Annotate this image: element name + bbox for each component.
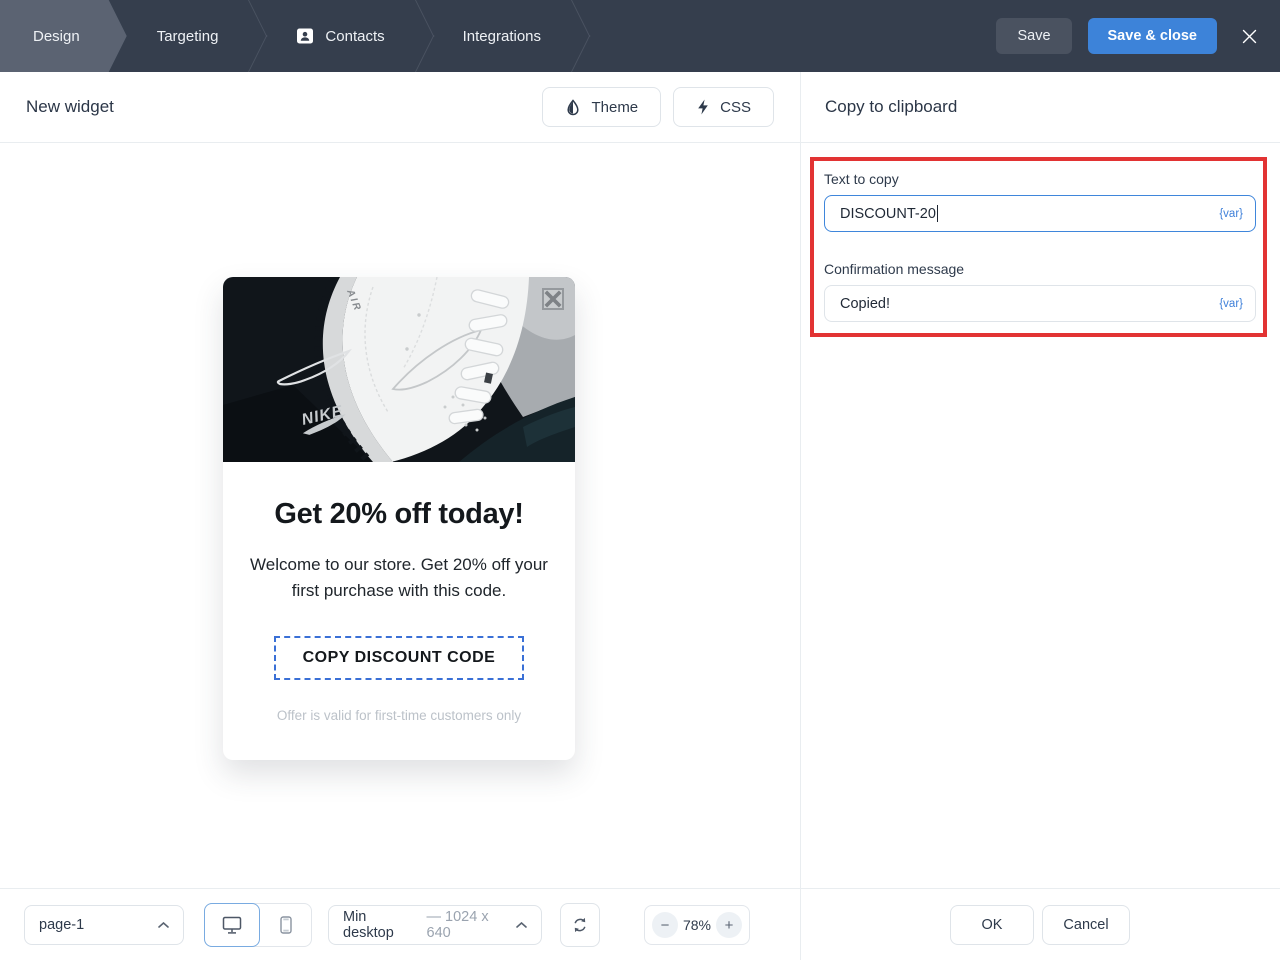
tab-targeting[interactable]: Targeting (127, 0, 249, 72)
topbar-actions: Save Save & close (996, 0, 1280, 72)
input-value: DISCOUNT-20 (840, 206, 936, 222)
save-close-button[interactable]: Save & close (1088, 18, 1217, 54)
viewport-size-value: Min desktop (343, 909, 421, 941)
tab-label: Contacts (325, 28, 384, 45)
theme-button[interactable]: Theme (542, 87, 661, 127)
widget-heading[interactable]: Get 20% off today! (247, 498, 551, 531)
main-area: AIR NIKE Get 20% off today! Welcome to o… (0, 143, 1280, 888)
tab-integrations[interactable]: Integrations (433, 0, 571, 72)
chevron-up-icon (516, 922, 527, 928)
theme-button-label: Theme (591, 99, 638, 116)
tab-separator (415, 0, 433, 72)
panel-header: Copy to clipboard (800, 72, 1280, 142)
text-cursor (937, 205, 939, 222)
save-button[interactable]: Save (996, 18, 1071, 54)
rotate-preview-button[interactable] (560, 903, 600, 947)
widget-footnote[interactable]: Offer is valid for first-time customers … (247, 708, 551, 723)
zoom-in-button[interactable]: + (716, 912, 742, 938)
ok-button[interactable]: OK (950, 905, 1034, 945)
css-button[interactable]: CSS (673, 87, 774, 127)
panel-divider (800, 889, 801, 960)
input-value: Copied! (840, 296, 890, 312)
page-select[interactable]: page-1 (24, 905, 184, 945)
viewport-size-select[interactable]: Min desktop — 1024 x 640 (328, 905, 542, 945)
confirmation-message-label: Confirmation message (824, 261, 964, 277)
page-title: New widget (26, 97, 114, 117)
monitor-icon (222, 916, 242, 934)
zoom-level-value: 78% (683, 917, 711, 933)
zoom-out-button[interactable]: − (652, 912, 678, 938)
page-select-value: page-1 (39, 917, 84, 933)
device-toggle (204, 903, 312, 947)
phone-icon (280, 916, 292, 934)
contact-card-icon (296, 27, 314, 45)
var-tag-button[interactable]: {var} (1219, 208, 1243, 220)
step-tabs: Design Targeting Contacts Integrations (0, 0, 589, 72)
tab-separator (571, 0, 589, 72)
tab-separator (248, 0, 266, 72)
mobile-view-button[interactable] (260, 904, 311, 946)
tab-design[interactable]: Design (0, 0, 127, 72)
panel-divider (800, 143, 801, 888)
var-tag-button[interactable]: {var} (1219, 298, 1243, 310)
tab-label: Targeting (157, 28, 219, 45)
tab-label: Integrations (463, 28, 541, 45)
confirmation-message-input[interactable]: Copied! {var} (824, 285, 1256, 322)
refresh-icon (571, 916, 589, 934)
widget-preview-card[interactable]: AIR NIKE Get 20% off today! Welcome to o… (223, 277, 575, 760)
tab-label: Design (33, 28, 80, 45)
toolbar-buttons: Theme CSS (542, 87, 774, 127)
css-button-label: CSS (720, 99, 751, 116)
desktop-view-button[interactable] (204, 903, 260, 947)
text-to-copy-input[interactable]: DISCOUNT-20 {var} (824, 195, 1256, 232)
tab-contacts[interactable]: Contacts (266, 0, 414, 72)
widget-body: Get 20% off today! Welcome to our store.… (223, 462, 575, 723)
viewport-size-detail: — 1024 x 640 (427, 909, 517, 941)
footer-bar: page-1 Min desk (0, 888, 1280, 960)
widget-close-icon[interactable] (542, 288, 564, 310)
close-editor-icon[interactable] (1241, 28, 1258, 45)
topbar: Design Targeting Contacts Integrations S… (0, 0, 1280, 72)
cancel-button[interactable]: Cancel (1042, 905, 1130, 945)
widget-hero-image[interactable]: AIR NIKE (223, 277, 575, 462)
toolbar: New widget Theme CSS Copy to clipboard (0, 72, 1280, 143)
chevron-up-icon (158, 922, 169, 928)
lightning-icon (696, 99, 710, 115)
toolbar-left: New widget Theme CSS (0, 72, 800, 142)
zoom-control: − 78% + (644, 905, 750, 945)
widget-text[interactable]: Welcome to our store. Get 20% off your f… (249, 552, 549, 605)
droplet-contrast-icon (565, 99, 581, 116)
nike-sneaker-photo: AIR NIKE (223, 277, 575, 462)
text-to-copy-label: Text to copy (824, 171, 899, 187)
panel-title: Copy to clipboard (825, 97, 957, 117)
copy-discount-code-button[interactable]: COPY DISCOUNT CODE (274, 636, 524, 680)
